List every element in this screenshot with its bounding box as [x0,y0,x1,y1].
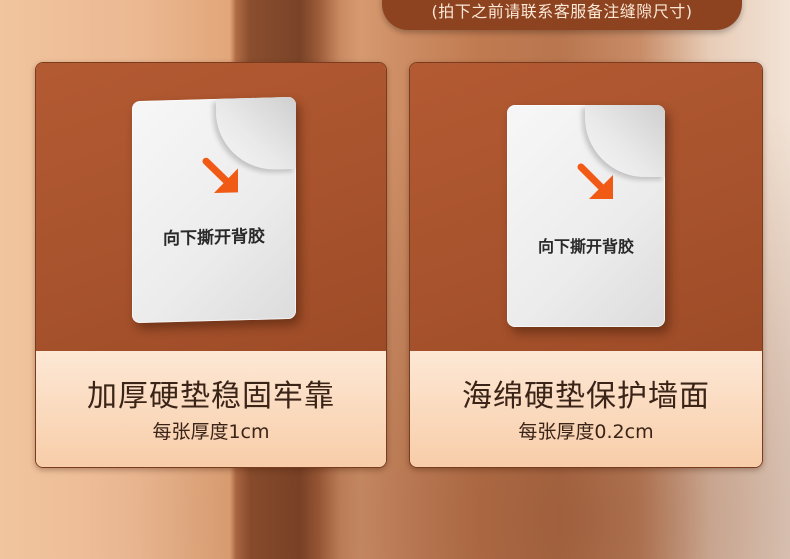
product-card-thick: 向下撕开背胶 加厚硬垫稳固牢靠 每张厚度1cm [35,62,387,468]
top-banner: (拍下之前请联系客服备注缝隙尺寸) [382,0,742,30]
down-right-arrow-icon [202,157,238,193]
card-image-area: 向下撕开背胶 [36,63,386,351]
pad-label: 向下撕开背胶 [163,226,265,250]
product-card-thin: 向下撕开背胶 海绵硬垫保护墙面 每张厚度0.2cm [409,62,763,468]
card-caption-area: 海绵硬垫保护墙面 每张厚度0.2cm [410,351,762,467]
card-caption-area: 加厚硬垫稳固牢靠 每张厚度1cm [36,351,386,467]
banner-text: (拍下之前请联系客服备注缝隙尺寸) [431,2,693,21]
card-title: 加厚硬垫稳固牢靠 [87,379,335,414]
card-image-area: 向下撕开背胶 [410,63,762,351]
pad-illustration: 向下撕开背胶 [132,96,296,324]
card-subtitle: 每张厚度1cm [152,421,270,443]
card-title: 海绵硬垫保护墙面 [462,379,710,414]
pad-label: 向下撕开背胶 [537,237,634,256]
pad-illustration: 向下撕开背胶 [507,105,665,327]
card-subtitle: 每张厚度0.2cm [518,421,654,443]
down-right-arrow-icon [577,163,613,199]
